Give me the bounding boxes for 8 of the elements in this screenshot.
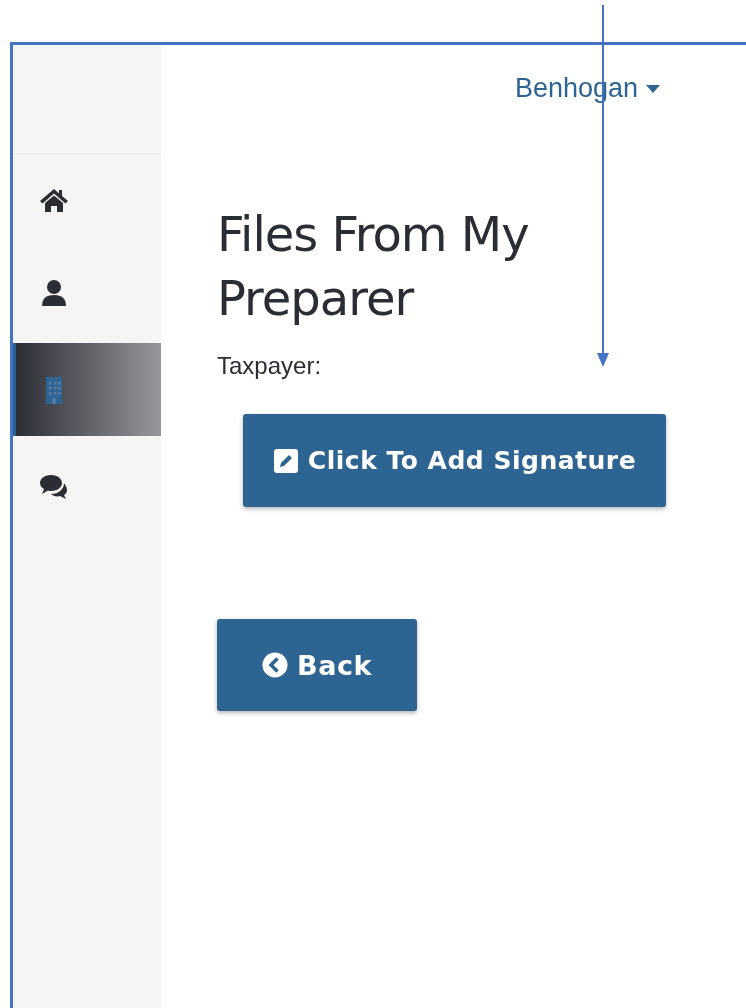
chevron-left-icon xyxy=(262,652,289,678)
caret-icon xyxy=(646,84,660,93)
person-icon xyxy=(39,277,69,308)
back-button[interactable]: Back xyxy=(217,619,417,711)
edit-icon xyxy=(272,447,299,474)
field-label: Taxpayer: xyxy=(217,352,322,380)
page-title: Files From My Preparer xyxy=(217,205,530,328)
signature-button[interactable]: Click To Add Signature xyxy=(243,414,666,507)
